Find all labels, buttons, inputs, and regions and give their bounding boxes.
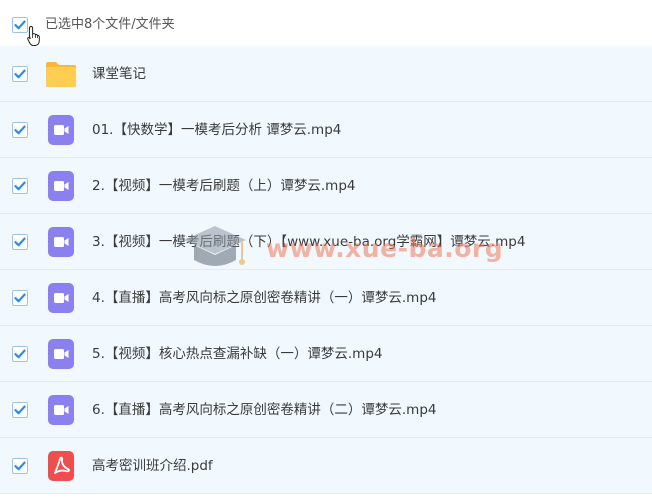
folder-icon: [46, 62, 76, 87]
checkmark-icon: [14, 20, 26, 30]
file-name[interactable]: 5.【视频】核心热点查漏补缺（一）谭梦云.mp4: [92, 345, 382, 363]
file-row-video[interactable]: 2.【视频】一模考后刷题（上）谭梦云.mp4: [0, 158, 652, 214]
file-row-video[interactable]: 5.【视频】核心热点查漏补缺（一）谭梦云.mp4: [0, 326, 652, 382]
checkmark-icon: [14, 293, 26, 303]
checkmark-icon: [14, 405, 26, 415]
file-name[interactable]: 课堂笔记: [92, 65, 146, 83]
video-file-icon: [48, 395, 74, 425]
video-file-icon: [48, 283, 74, 313]
select-all-checkbox[interactable]: [12, 17, 28, 33]
file-name[interactable]: 3.【视频】一模考后刷题（下）【www.xue-ba.org学霸网】谭梦云.mp…: [92, 233, 525, 251]
pdf-file-icon: [48, 451, 74, 481]
row-checkbox[interactable]: [12, 290, 28, 306]
file-row-folder[interactable]: 课堂笔记: [0, 46, 652, 102]
checkmark-icon: [14, 461, 26, 471]
row-checkbox[interactable]: [12, 66, 28, 82]
row-checkbox[interactable]: [12, 402, 28, 418]
video-file-icon: [48, 339, 74, 369]
file-name[interactable]: 6.【直播】高考风向标之原创密卷精讲（二）谭梦云.mp4: [92, 401, 436, 419]
selection-count-label: 已选中8个文件/文件夹: [45, 17, 175, 32]
file-row-video[interactable]: 6.【直播】高考风向标之原创密卷精讲（二）谭梦云.mp4: [0, 382, 652, 438]
file-name[interactable]: 01.【快数学】一模考后分析 谭梦云.mp4: [92, 121, 341, 139]
row-checkbox[interactable]: [12, 458, 28, 474]
file-row-video[interactable]: 4.【直播】高考风向标之原创密卷精讲（一）谭梦云.mp4: [0, 270, 652, 326]
checkmark-icon: [14, 181, 26, 191]
row-checkbox[interactable]: [12, 234, 28, 250]
file-name[interactable]: 4.【直播】高考风向标之原创密卷精讲（一）谭梦云.mp4: [92, 289, 436, 307]
video-file-icon: [48, 227, 74, 257]
row-checkbox[interactable]: [12, 122, 28, 138]
file-row-pdf[interactable]: 高考密训班介绍.pdf: [0, 438, 652, 494]
hand-cursor-icon: [27, 25, 40, 46]
selection-header: 已选中8个文件/文件夹: [0, 0, 652, 46]
file-row-video[interactable]: 01.【快数学】一模考后分析 谭梦云.mp4: [0, 102, 652, 158]
file-name[interactable]: 2.【视频】一模考后刷题（上）谭梦云.mp4: [92, 177, 355, 195]
video-file-icon: [48, 115, 74, 145]
file-name[interactable]: 高考密训班介绍.pdf: [92, 457, 213, 475]
row-checkbox[interactable]: [12, 178, 28, 194]
row-checkbox[interactable]: [12, 346, 28, 362]
file-list: 课堂笔记 01.【快数学】一模考后分析 谭梦云.mp4 2.【视频】一模考后刷题…: [0, 46, 652, 494]
file-row-video[interactable]: 3.【视频】一模考后刷题（下）【www.xue-ba.org学霸网】谭梦云.mp…: [0, 214, 652, 270]
checkmark-icon: [14, 125, 26, 135]
checkmark-icon: [14, 69, 26, 79]
checkmark-icon: [14, 237, 26, 247]
checkmark-icon: [14, 349, 26, 359]
video-file-icon: [48, 171, 74, 201]
